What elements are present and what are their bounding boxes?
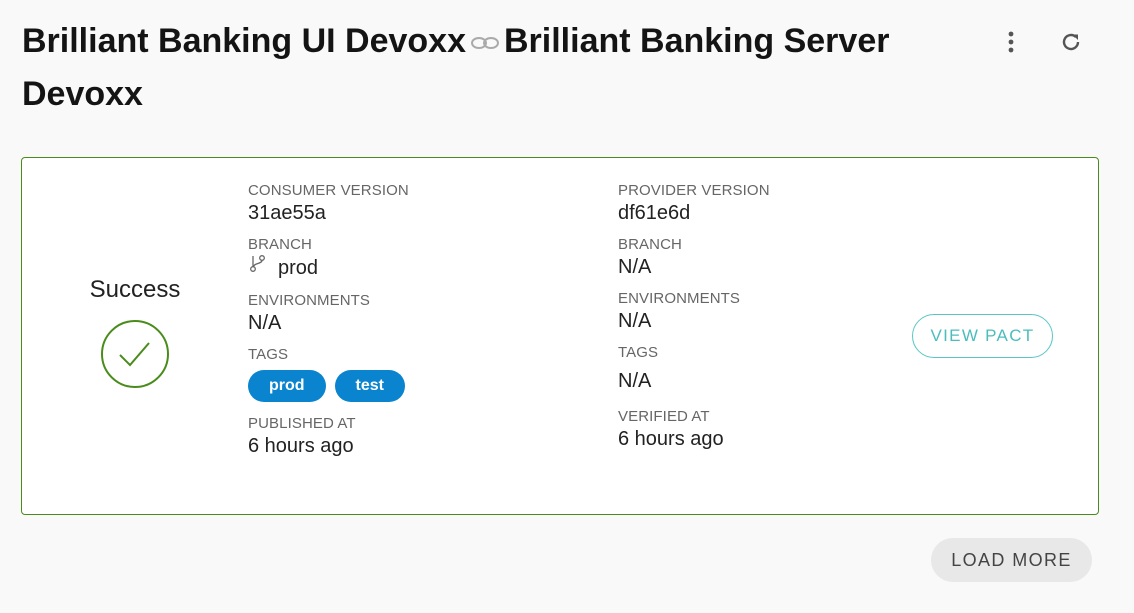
verified-at-label: VERIFIED AT xyxy=(618,408,710,425)
verified-at: 6 hours ago xyxy=(618,428,724,450)
load-more-button[interactable]: LOAD MORE xyxy=(931,538,1092,582)
provider-version: df61e6d xyxy=(618,202,691,224)
provider-branch-label: BRANCH xyxy=(618,236,682,253)
consumer-details: CONSUMER VERSION 31ae55a BRANCH prod ENV… xyxy=(248,182,409,459)
provider-branch: N/A xyxy=(618,256,652,278)
consumer-branch: prod xyxy=(248,254,409,281)
refresh-button[interactable] xyxy=(1053,26,1089,62)
provider-tags: N/A xyxy=(618,370,652,392)
consumer-version: 31ae55a xyxy=(248,202,326,224)
view-pact-button[interactable]: VIEW PACT xyxy=(912,314,1053,358)
consumer-tags: prod test xyxy=(248,370,409,402)
verification-card: Success CONSUMER VERSION 31ae55a BRANCH … xyxy=(21,157,1099,515)
git-branch-icon xyxy=(248,254,268,281)
status-block: Success xyxy=(44,276,226,394)
tag-chip[interactable]: test xyxy=(334,370,405,402)
check-circle-icon xyxy=(44,319,226,394)
provider-environments-label: ENVIRONMENTS xyxy=(618,290,741,307)
provider-tags-label: TAGS xyxy=(618,344,659,361)
consumer-branch-value: prod xyxy=(278,256,319,279)
infinity-link-icon xyxy=(470,15,500,66)
consumer-version-label: CONSUMER VERSION xyxy=(248,182,409,199)
consumer-branch-label: BRANCH xyxy=(248,236,312,253)
page-title: Brilliant Banking UI Devoxx Brilliant Ban… xyxy=(22,16,962,120)
consumer-environments: N/A xyxy=(248,312,282,334)
more-menu-button[interactable] xyxy=(993,26,1029,62)
consumer-tags-label: TAGS xyxy=(248,346,289,363)
refresh-icon xyxy=(1059,30,1083,59)
tag-chip[interactable]: prod xyxy=(248,370,326,402)
vertical-dots-icon xyxy=(1008,31,1014,58)
provider-environments: N/A xyxy=(618,310,652,332)
published-at: 6 hours ago xyxy=(248,435,354,457)
consumer-name: Brilliant Banking UI Devoxx xyxy=(22,22,466,60)
consumer-environments-label: ENVIRONMENTS xyxy=(248,292,371,309)
provider-details: PROVIDER VERSION df61e6d BRANCH N/A ENVI… xyxy=(618,182,770,452)
status-label: Success xyxy=(89,276,181,303)
provider-version-label: PROVIDER VERSION xyxy=(618,182,770,199)
published-at-label: PUBLISHED AT xyxy=(248,415,356,432)
